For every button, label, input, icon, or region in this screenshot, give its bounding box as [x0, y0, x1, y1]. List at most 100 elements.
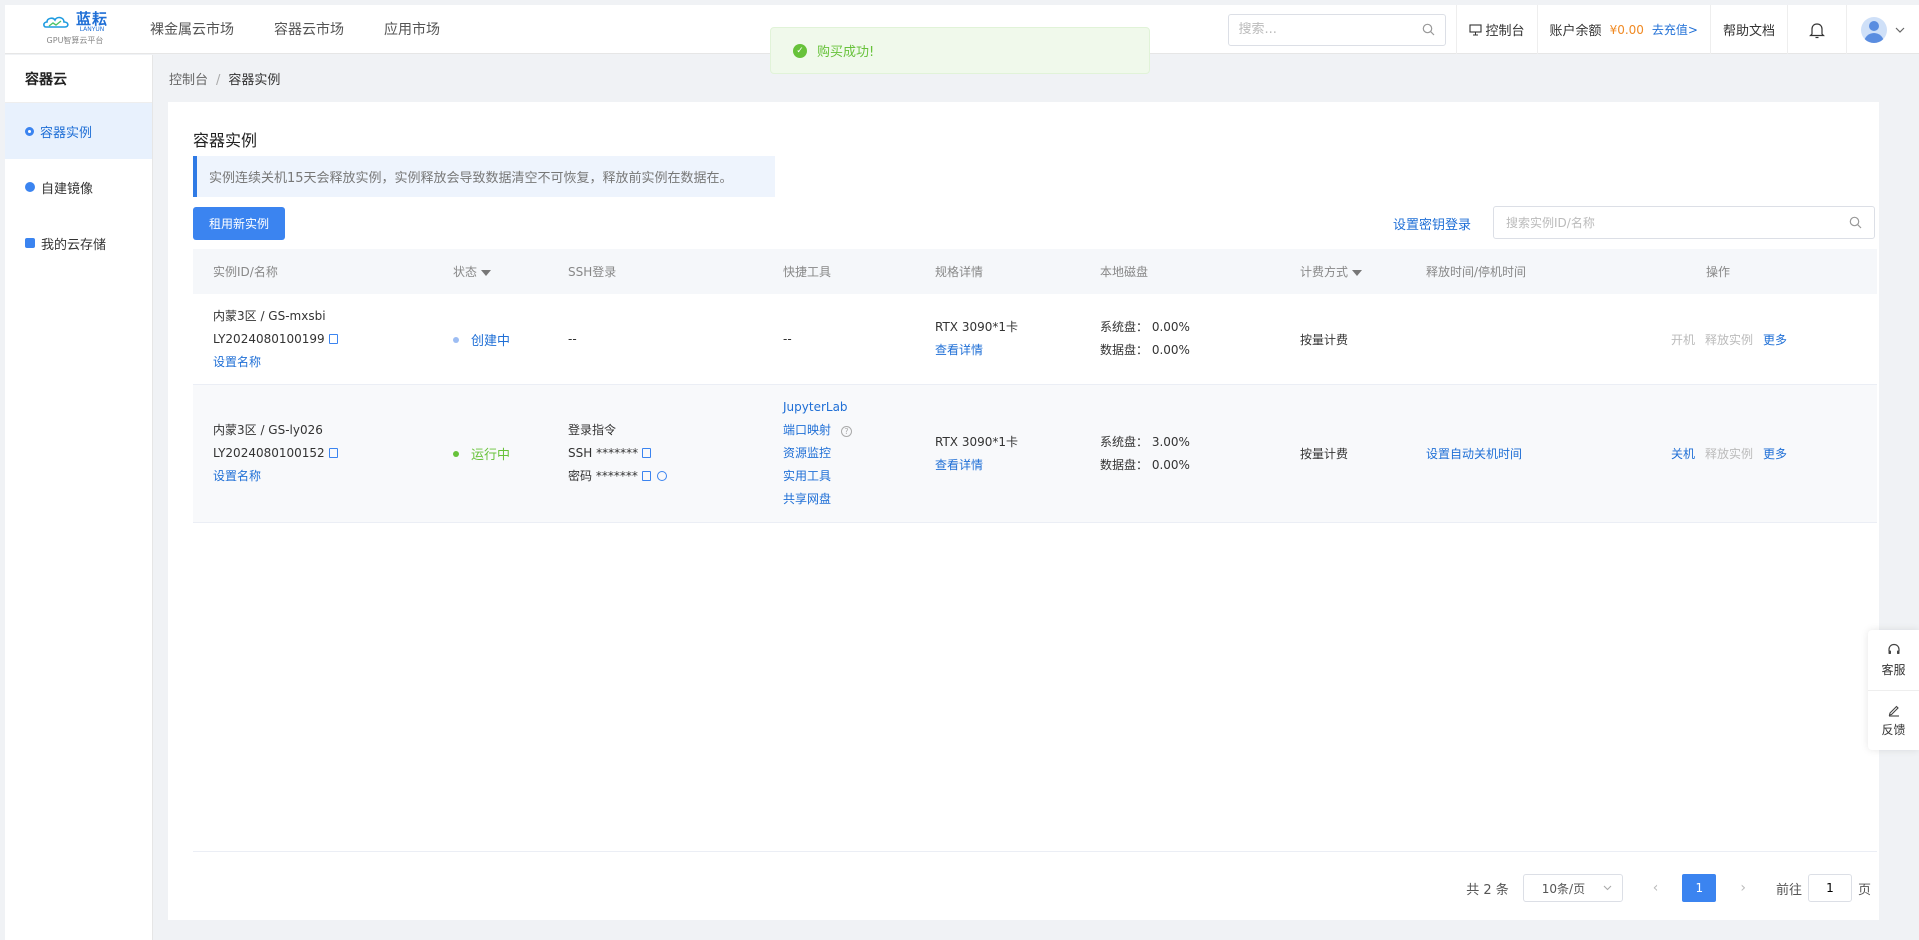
help-docs-link[interactable]: 帮助文档: [1709, 5, 1787, 54]
more-button[interactable]: 更多: [1763, 333, 1787, 347]
sidebar-item-custom-images[interactable]: 自建镜像: [5, 159, 152, 215]
table-row: 内蒙3区 / GS-mxsbi LY2024080100199 设置名称 创建中…: [193, 294, 1877, 385]
set-name-link[interactable]: 设置名称: [213, 465, 433, 488]
filter-icon[interactable]: [481, 270, 492, 276]
breadcrumb-separator: /: [216, 73, 221, 88]
instance-region: 内蒙3区 / GS-mxsbi: [213, 308, 326, 323]
search-icon[interactable]: [1849, 216, 1862, 229]
more-button[interactable]: 更多: [1763, 447, 1787, 461]
help-icon[interactable]: ?: [841, 426, 853, 437]
cell-tools: JupyterLab 端口映射? 资源监控 实用工具 共享网盘: [763, 396, 915, 511]
feedback-label: 反馈: [1881, 723, 1906, 737]
col-ssh: SSH登录: [568, 265, 617, 279]
console-link[interactable]: 控制台: [1455, 5, 1537, 54]
instance-search[interactable]: [1493, 206, 1875, 239]
power-on-button[interactable]: 开机: [1671, 333, 1695, 347]
sidebar-item-label: 容器实例: [40, 125, 93, 141]
set-ssh-key-link[interactable]: 设置密钥登录: [1393, 214, 1471, 233]
col-actions: 操作: [1706, 265, 1731, 279]
release-instance-button[interactable]: 释放实例: [1705, 447, 1753, 461]
view-details-link[interactable]: 查看详情: [935, 454, 1080, 477]
success-toast: ✓ 购买成功!: [770, 27, 1150, 74]
cell-actions: 开机 释放实例 更多: [1631, 331, 1877, 348]
cell-instance: 内蒙3区 / GS-ly026 LY2024080100152 设置名称: [193, 419, 433, 488]
edit-icon: [1888, 705, 1899, 717]
cell-instance: 内蒙3区 / GS-mxsbi LY2024080100199 设置名称: [193, 305, 433, 374]
breadcrumb: 控制台 / 容器实例: [169, 69, 280, 88]
shutdown-button[interactable]: 关机: [1671, 447, 1695, 461]
rent-new-instance-button[interactable]: 租用新实例: [193, 207, 285, 240]
tool-port-mapping[interactable]: 端口映射: [783, 423, 831, 437]
instance-id: LY2024080100199: [213, 331, 325, 346]
set-name-link[interactable]: 设置名称: [213, 351, 433, 374]
nav-container[interactable]: 容器云市场: [274, 19, 344, 39]
breadcrumb-current: 容器实例: [228, 73, 281, 88]
nav-app-market[interactable]: 应用市场: [384, 19, 440, 39]
copy-icon[interactable]: [328, 333, 338, 344]
page-size-value: 10条/页: [1541, 881, 1586, 896]
brand-subtitle: GPU智算云平台: [46, 36, 104, 45]
copy-icon[interactable]: [642, 448, 652, 458]
notification-button[interactable]: [1787, 5, 1846, 54]
page-number-current[interactable]: 1: [1682, 874, 1717, 902]
sidebar-item-container-instances[interactable]: 容器实例: [5, 103, 152, 159]
avatar: [1861, 16, 1887, 43]
copy-icon[interactable]: [328, 448, 338, 458]
sidebar-title: 容器云: [5, 55, 152, 103]
instance-region: 内蒙3区 / GS-ly026: [213, 423, 323, 437]
cell-billing: 按量计费: [1300, 332, 1349, 347]
instance-search-input[interactable]: [1506, 215, 1849, 230]
pagination: 共 2 条 10条/页 ‹ 1 › 前往 页: [1466, 874, 1871, 902]
tool-resource-monitor[interactable]: 资源监控: [783, 442, 915, 465]
copy-icon[interactable]: [641, 471, 651, 481]
col-status-label: 状态: [453, 265, 478, 279]
data-disk: 数据盘： 0.00%: [1100, 343, 1190, 357]
tool-utilities[interactable]: 实用工具: [783, 465, 915, 488]
global-search[interactable]: [1227, 13, 1446, 46]
breadcrumb-root[interactable]: 控制台: [169, 73, 208, 88]
next-page-button[interactable]: ›: [1740, 880, 1746, 896]
col-billing[interactable]: 计费方式: [1280, 263, 1406, 280]
cell-billing: 按量计费: [1300, 447, 1349, 461]
headset-icon: [1887, 643, 1900, 654]
col-billing-label: 计费方式: [1300, 265, 1349, 279]
search-icon[interactable]: [1422, 23, 1435, 36]
view-details-link[interactable]: 查看详情: [935, 339, 1080, 362]
release-instance-button[interactable]: 释放实例: [1705, 333, 1753, 347]
image-icon: [25, 182, 35, 192]
instance-id: LY2024080100152: [213, 446, 325, 460]
cloud-logo-icon: [43, 16, 69, 28]
system-disk: 系统盘： 3.00%: [1100, 434, 1190, 449]
tool-jupyterlab[interactable]: JupyterLab: [783, 396, 915, 419]
cell-status: 运行中: [433, 444, 548, 463]
sidebar-item-label: 自建镜像: [41, 181, 94, 197]
col-status[interactable]: 状态: [433, 263, 548, 280]
user-menu[interactable]: [1846, 5, 1919, 54]
sidebar-item-cloud-storage[interactable]: 我的云存储: [5, 215, 152, 271]
customer-service-button[interactable]: 客服: [1868, 630, 1919, 690]
status-badge: 创建中: [471, 333, 511, 349]
instance-table: 实例ID/名称 状态 SSH登录 快捷工具 规格详情 本地磁盘 计费方式 释放时…: [193, 249, 1877, 523]
cell-actions: 关机 释放实例 更多: [1631, 445, 1877, 462]
brand-logo[interactable]: 蓝耘 LANYUN GPU智算云平台: [5, 5, 135, 54]
ssh-password: 密码 *******: [568, 469, 638, 483]
feedback-button[interactable]: 反馈: [1868, 690, 1919, 750]
set-auto-shutdown-link[interactable]: 设置自动关机时间: [1406, 445, 1631, 462]
data-disk: 数据盘： 0.00%: [1100, 457, 1190, 472]
reset-password-icon[interactable]: [656, 471, 667, 481]
brand-name-en: LANYUN: [79, 26, 105, 33]
goto-page-input[interactable]: [1807, 874, 1852, 902]
prev-page-button[interactable]: ‹: [1653, 880, 1659, 896]
recharge-link[interactable]: 去充值>: [1652, 21, 1698, 38]
sidebar: 容器云 容器实例 自建镜像 我的云存储: [5, 55, 153, 940]
instance-icon: [25, 126, 34, 136]
tool-shared-drive[interactable]: 共享网盘: [783, 488, 915, 511]
col-instance-id: 实例ID/名称: [213, 265, 278, 279]
global-search-input[interactable]: [1238, 22, 1422, 37]
filter-icon[interactable]: [1352, 270, 1363, 276]
check-circle-icon: ✓: [793, 43, 807, 58]
page-size-select[interactable]: 10条/页: [1522, 874, 1623, 902]
balance-label: 账户余额: [1549, 24, 1602, 39]
nav-bare-metal[interactable]: 裸金属云市场: [150, 19, 234, 39]
notice-banner: 实例连续关机15天会释放实例，实例释放会导致数据清空不可恢复，释放前实例在数据在…: [193, 156, 775, 197]
